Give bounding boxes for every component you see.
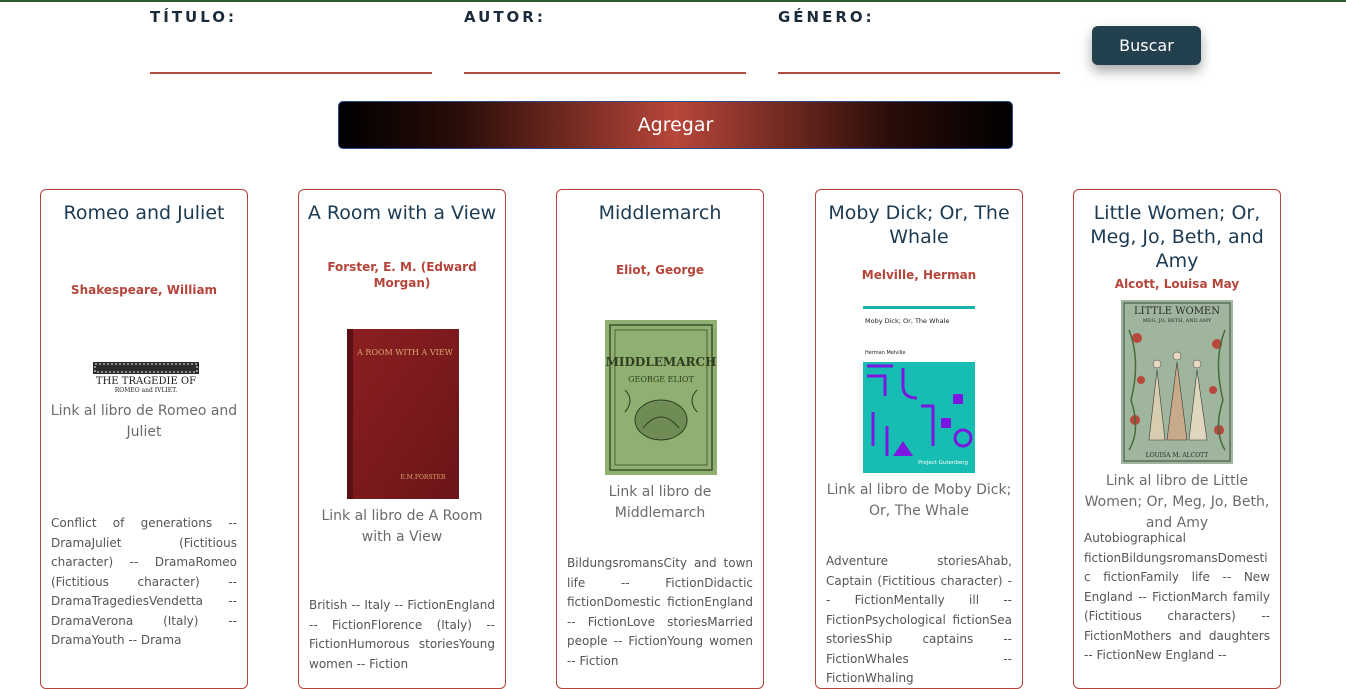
- book-link[interactable]: Link al libro de Moby Dick; Or, The Whal…: [824, 480, 1014, 522]
- cover-line-1: A ROOM WITH A VIEW: [356, 348, 454, 357]
- genero-input[interactable]: [778, 36, 1060, 74]
- book-author: Melville, Herman: [861, 268, 977, 282]
- book-cover-image: Moby Dick; Or, The Whale Herman Melville…: [863, 306, 975, 473]
- book-link[interactable]: Link al libro de Middlemarch: [565, 482, 755, 524]
- cover-line-1: LITTLE WOMEN: [1134, 306, 1220, 317]
- autor-input[interactable]: [464, 36, 746, 74]
- book-link[interactable]: Link al libro de A Room with a View: [307, 506, 497, 548]
- book-card: A Room with a View Forster, E. M. (Edwar…: [298, 189, 506, 689]
- genero-field: GÉNERO:: [778, 8, 1060, 75]
- agregar-button[interactable]: Agregar: [338, 101, 1013, 149]
- autor-field: AUTOR:: [464, 8, 746, 75]
- book-cover-image: THE TRAGEDIE OF ROMEO and IVLIET.: [91, 362, 201, 394]
- cover-line-1: THE TRAGEDIE OF: [96, 376, 196, 387]
- cover-line-1: Moby Dick; Or, The Whale: [865, 317, 949, 325]
- buscar-button[interactable]: Buscar: [1092, 26, 1201, 65]
- book-link[interactable]: Link al libro de Little Women; Or, Meg, …: [1082, 471, 1272, 534]
- cover-line-2: E.M.FORSTER: [401, 474, 446, 481]
- book-author: Shakespeare, William: [70, 283, 218, 297]
- book-cover-image: A ROOM WITH A VIEW E.M.FORSTER: [347, 329, 459, 499]
- cover-line-3: Project Gutenberg: [918, 460, 968, 466]
- book-author: Alcott, Louisa May: [1114, 277, 1240, 291]
- book-card: Middlemarch Eliot, George MIDDLEMARCH GE…: [556, 189, 764, 689]
- genero-label: GÉNERO:: [778, 8, 875, 26]
- cover-line-1: MIDDLEMARCH: [606, 355, 717, 369]
- titulo-field: TÍTULO:: [150, 8, 432, 75]
- book-subjects: Conflict of generations -- DramaJuliet (…: [51, 516, 237, 647]
- book-author: Forster, E. M. (Edward Morgan): [327, 260, 477, 290]
- book-cover-image: MIDDLEMARCH GEORGE ELIOT: [605, 320, 717, 475]
- book-title: Romeo and Juliet: [63, 202, 225, 224]
- top-border: [0, 0, 1346, 2]
- cover-line-2: ROMEO and IVLIET.: [115, 387, 178, 394]
- book-title: Moby Dick; Or, The Whale: [828, 202, 1010, 248]
- book-subjects: BildungsromansCity and town life -- Fict…: [567, 556, 753, 668]
- book-title: A Room with a View: [307, 202, 497, 224]
- book-author: Eliot, George: [615, 263, 705, 277]
- book-title: Middlemarch: [598, 202, 722, 224]
- book-subjects: British -- Italy -- FictionEngland -- Fi…: [309, 598, 495, 671]
- cover-line-2: MEG, JO, BETH, AND AMY: [1143, 318, 1212, 324]
- book-card: Little Women; Or, Meg, Jo, Beth, and Amy…: [1073, 189, 1281, 689]
- titulo-input[interactable]: [150, 36, 432, 74]
- book-cover-image: LITTLE WOMEN MEG, JO, BETH, AND AMY LOUI…: [1121, 300, 1233, 464]
- book-card: Romeo and Juliet Shakespeare, William TH…: [40, 189, 248, 689]
- book-subjects: Adventure storiesAhab, Captain (Fictitio…: [826, 554, 1012, 685]
- cover-line-2: Herman Melville: [865, 350, 905, 356]
- cover-line-2: GEORGE ELIOT: [628, 375, 694, 384]
- book-title: Little Women; Or, Meg, Jo, Beth, and Amy: [1090, 202, 1264, 272]
- cover-line-3: LOUISA M. ALCOTT: [1146, 452, 1209, 459]
- titulo-label: TÍTULO:: [150, 8, 237, 26]
- book-card: Moby Dick; Or, The Whale Melville, Herma…: [815, 189, 1023, 689]
- book-subjects: Autobiographical fictionBildungsromansDo…: [1084, 531, 1270, 662]
- autor-label: AUTOR:: [464, 8, 546, 26]
- book-link[interactable]: Link al libro de Romeo and Juliet: [49, 401, 239, 443]
